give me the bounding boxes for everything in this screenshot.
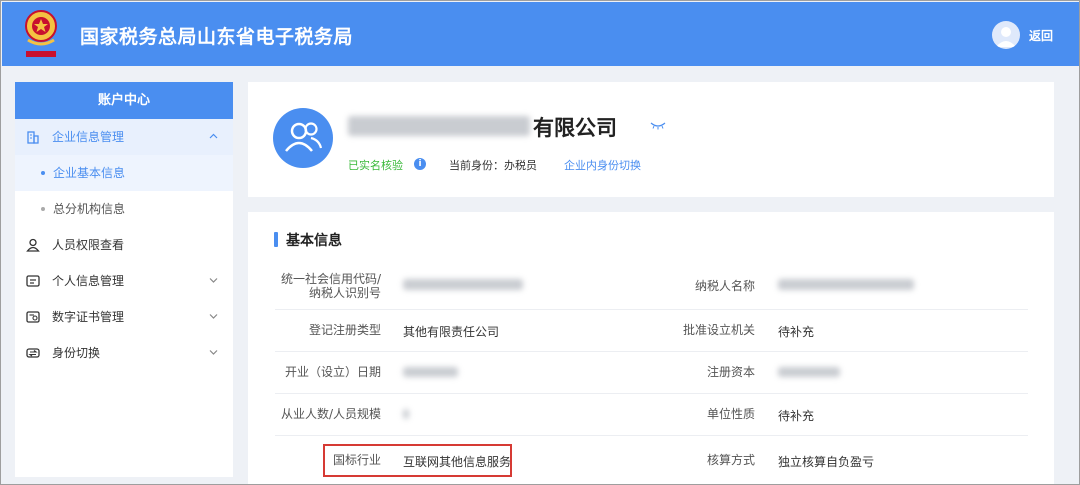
field-label-open-date: 开业（设立）日期 [284,365,381,379]
sidebar-item-permissions[interactable]: 人员权限查看 [15,227,233,263]
field-label-reg-type: 登记注册类型 [308,323,381,337]
sidebar-item-label: 数字证书管理 [52,310,125,324]
sidebar-item-identity-switch[interactable]: 身份切换 [15,335,233,371]
sidebar-subitem-branch-info[interactable]: 总分机构信息 [15,191,233,227]
sidebar-item-label: 人员权限查看 [52,238,125,252]
sidebar-item-label: 总分机构信息 [53,202,126,216]
user-lock-icon [26,238,40,252]
eye-closed-icon[interactable] [650,120,666,130]
id-card-icon [26,275,40,287]
field-label-accounting-method: 核算方式 [706,453,755,467]
current-identity: 当前身份：办税员 [449,159,537,172]
sidebar-item-label: 个人信息管理 [52,274,125,288]
sidebar-item-label: 身份切换 [52,346,101,360]
info-row: 登记注册类型 其他有限责任公司 批准设立机关 待补充 [275,310,1028,352]
bullet-dot [41,207,45,211]
sidebar-item-label: 企业基本信息 [53,166,126,180]
company-card: 有限公司 已实名核验 i 当前身份：办税员 企业内身份切换 [248,82,1054,197]
field-label-unit-nature: 单位性质 [706,407,755,421]
section-title: 基本信息 [274,230,342,250]
industry-highlight-box [323,444,512,477]
bullet-dot [41,171,45,175]
app-frame: 国家税务总局山东省电子税务局 返回 账户中心 企业信息管理 企业基本信息 总分机… [0,0,1080,485]
staff-scale-redacted [403,409,409,419]
taxpayer-name-redacted [778,279,914,290]
chevron-down-icon [209,314,218,319]
field-label-taxpayer-name: 纳税人名称 [694,279,755,293]
field-value-unit-nature: 待补充 [778,409,815,423]
field-label-staff-scale: 从业人数/人员规模 [280,407,381,421]
company-group-icon [273,108,333,168]
field-label-credit-code: 统一社会信用代码/ 纳税人识别号 [280,272,381,300]
tax-emblem-icon [25,10,57,57]
sidebar-title: 账户中心 [15,82,233,119]
chevron-down-icon [209,278,218,283]
verified-status: 已实名核验 [348,159,403,172]
sidebar-item-personal-info[interactable]: 个人信息管理 [15,263,233,299]
sidebar: 账户中心 企业信息管理 企业基本信息 总分机构信息 人员权限查看 个人信息管理 … [15,82,233,477]
field-label-registered-capital: 注册资本 [706,365,755,379]
chevron-up-icon [209,133,218,139]
field-value-reg-type: 其他有限责任公司 [403,325,500,339]
info-icon[interactable]: i [414,158,426,170]
company-name: 有限公司 [533,116,617,140]
top-header: 国家税务总局山东省电子税务局 返回 [2,2,1079,66]
identity-switch-link[interactable]: 企业内身份切换 [564,157,641,173]
sidebar-item-certificates[interactable]: 数字证书管理 [15,299,233,335]
building-icon [27,131,39,144]
info-row: 统一社会信用代码/ 纳税人识别号 纳税人名称 [275,264,1028,310]
site-title: 国家税务总局山东省电子税务局 [80,26,354,48]
sidebar-subitem-basic-info[interactable]: 企业基本信息 [15,155,233,191]
certificate-icon [26,311,40,323]
back-button[interactable]: 返回 [1029,27,1053,44]
open-date-redacted [403,367,458,377]
sidebar-item-label: 企业信息管理 [52,130,125,144]
info-row: 开业（设立）日期 注册资本 [275,352,1028,394]
registered-capital-redacted [778,367,840,377]
field-label-approval-authority: 批准设立机关 [682,323,755,337]
chevron-down-icon [209,350,218,355]
info-row: 从业人数/人员规模 单位性质 待补充 [275,394,1028,436]
field-value-approval-authority: 待补充 [778,325,815,339]
sidebar-item-enterprise-info[interactable]: 企业信息管理 [15,119,233,155]
field-value-accounting-method: 独立核算自负盈亏 [778,455,875,469]
company-name-redacted [348,116,530,136]
switch-icon [26,348,40,358]
user-avatar-icon[interactable] [992,21,1020,49]
credit-code-redacted [403,279,523,290]
